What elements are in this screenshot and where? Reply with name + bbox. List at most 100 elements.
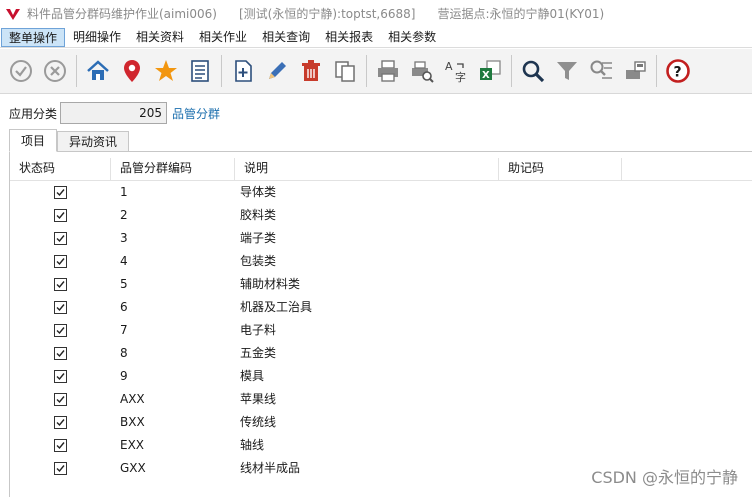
table-row[interactable]: 3 端子类: [10, 227, 752, 250]
new-document-icon: [235, 60, 252, 82]
mnemonic-cell: [499, 296, 622, 319]
status-checkbox[interactable]: [54, 209, 67, 222]
help-button[interactable]: ?: [663, 54, 693, 88]
status-checkbox[interactable]: [54, 186, 67, 199]
toolbar-separator: [656, 55, 657, 87]
table-row[interactable]: AXX 苹果线: [10, 388, 752, 411]
table-row[interactable]: 5 辅助材料类: [10, 273, 752, 296]
category-input[interactable]: [60, 102, 167, 124]
app-logo-icon: [6, 8, 20, 20]
status-cell: [10, 296, 111, 319]
svg-text:A: A: [445, 60, 453, 73]
column-header-status[interactable]: 状态码: [10, 158, 111, 180]
copy-button[interactable]: [330, 54, 360, 88]
status-checkbox[interactable]: [54, 439, 67, 452]
table-row[interactable]: 2 胶料类: [10, 204, 752, 227]
tab-items[interactable]: 项目: [9, 129, 58, 152]
toolbar-separator: [76, 55, 77, 87]
menu-related-jobs[interactable]: 相关作业: [192, 28, 254, 47]
print-preview-button[interactable]: [407, 54, 437, 88]
save-print-button[interactable]: [620, 54, 650, 88]
status-checkbox[interactable]: [54, 416, 67, 429]
confirm-icon: [10, 60, 32, 82]
advanced-filter-button[interactable]: [586, 54, 616, 88]
grid-header: 状态码 品管分群编码 说明 助记码: [10, 152, 752, 181]
search-button[interactable]: [518, 54, 548, 88]
grid-body: 1 导体类 2 胶料类 3 端子类 4 包装类 5 辅助材料类 6 机器及工治具 7 电子料 8 五金类 9 模具…: [10, 181, 752, 480]
favorite-button[interactable]: [151, 54, 181, 88]
status-checkbox[interactable]: [54, 278, 67, 291]
column-header-code[interactable]: 品管分群编码: [111, 158, 235, 180]
description-cell: 轴线: [240, 438, 265, 452]
status-cell: [10, 388, 111, 411]
delete-button[interactable]: [296, 54, 326, 88]
table-row[interactable]: EXX 轴线: [10, 434, 752, 457]
export-excel-icon: X: [480, 60, 501, 81]
status-checkbox[interactable]: [54, 462, 67, 475]
mnemonic-cell: [499, 181, 622, 204]
list-icon: [191, 60, 209, 82]
table-row[interactable]: 9 模具: [10, 365, 752, 388]
filter-button[interactable]: [552, 54, 582, 88]
status-checkbox[interactable]: [54, 324, 67, 337]
table-row[interactable]: 8 五金类: [10, 342, 752, 365]
mnemonic-cell: [499, 434, 622, 457]
column-header-mnemonic[interactable]: 助记码: [499, 158, 622, 180]
status-checkbox[interactable]: [54, 370, 67, 383]
mnemonic-cell: [499, 273, 622, 296]
category-label: 应用分类: [9, 106, 58, 121]
status-checkbox[interactable]: [54, 255, 67, 268]
status-checkbox[interactable]: [54, 393, 67, 406]
table-row[interactable]: 6 机器及工治具: [10, 296, 752, 319]
translate-button[interactable]: A字: [441, 54, 471, 88]
save-print-icon: [626, 61, 646, 79]
mnemonic-cell: [499, 342, 622, 365]
mnemonic-cell: [499, 319, 622, 342]
menu-related-queries[interactable]: 相关查询: [255, 28, 317, 47]
table-row[interactable]: 1 导体类: [10, 181, 752, 204]
tab-change-info[interactable]: 异动资讯: [57, 131, 130, 152]
print-button[interactable]: [373, 54, 403, 88]
print-icon: [378, 60, 398, 82]
mnemonic-cell: [499, 227, 622, 250]
menu-related-data[interactable]: 相关资料: [129, 28, 191, 47]
description-cell: 五金类: [240, 346, 277, 360]
location-button[interactable]: [117, 54, 147, 88]
cancel-icon: [44, 60, 66, 82]
code-cell: 7: [120, 323, 128, 337]
code-cell: 5: [120, 277, 128, 291]
status-cell: [10, 250, 111, 273]
table-row[interactable]: 7 电子料: [10, 319, 752, 342]
export-excel-button[interactable]: X: [475, 54, 505, 88]
table-row[interactable]: BXX 传统线: [10, 411, 752, 434]
status-checkbox[interactable]: [54, 301, 67, 314]
list-button[interactable]: [185, 54, 215, 88]
status-cell: [10, 181, 111, 204]
menu-related-reports[interactable]: 相关报表: [318, 28, 380, 47]
home-button[interactable]: [83, 54, 113, 88]
help-icon: ?: [666, 59, 690, 83]
status-cell: [10, 434, 111, 457]
watermark: CSDN @永恒的宁静: [591, 468, 738, 487]
menu-detail-ops[interactable]: 明细操作: [66, 28, 128, 47]
toolbar-separator: [366, 55, 367, 87]
cancel-button[interactable]: [40, 54, 70, 88]
menu-document-ops[interactable]: 整单操作: [1, 27, 66, 47]
table-row[interactable]: 4 包装类: [10, 250, 752, 273]
menu-related-params[interactable]: 相关参数: [381, 28, 443, 47]
description-cell: 线材半成品: [240, 461, 301, 475]
new-button[interactable]: [228, 54, 258, 88]
status-checkbox[interactable]: [54, 347, 67, 360]
status-checkbox[interactable]: [54, 232, 67, 245]
column-header-description[interactable]: 说明: [235, 158, 499, 180]
description-cell: 胶料类: [240, 208, 277, 222]
tab-strip: 项目 异动资讯: [9, 129, 130, 152]
svg-text:?: ?: [674, 65, 682, 81]
status-cell: [10, 227, 111, 250]
code-cell: AXX: [120, 392, 145, 406]
confirm-button[interactable]: [6, 54, 36, 88]
advanced-filter-icon: [590, 60, 612, 79]
edit-button[interactable]: [262, 54, 292, 88]
mnemonic-cell: [499, 388, 622, 411]
mnemonic-cell: [499, 365, 622, 388]
